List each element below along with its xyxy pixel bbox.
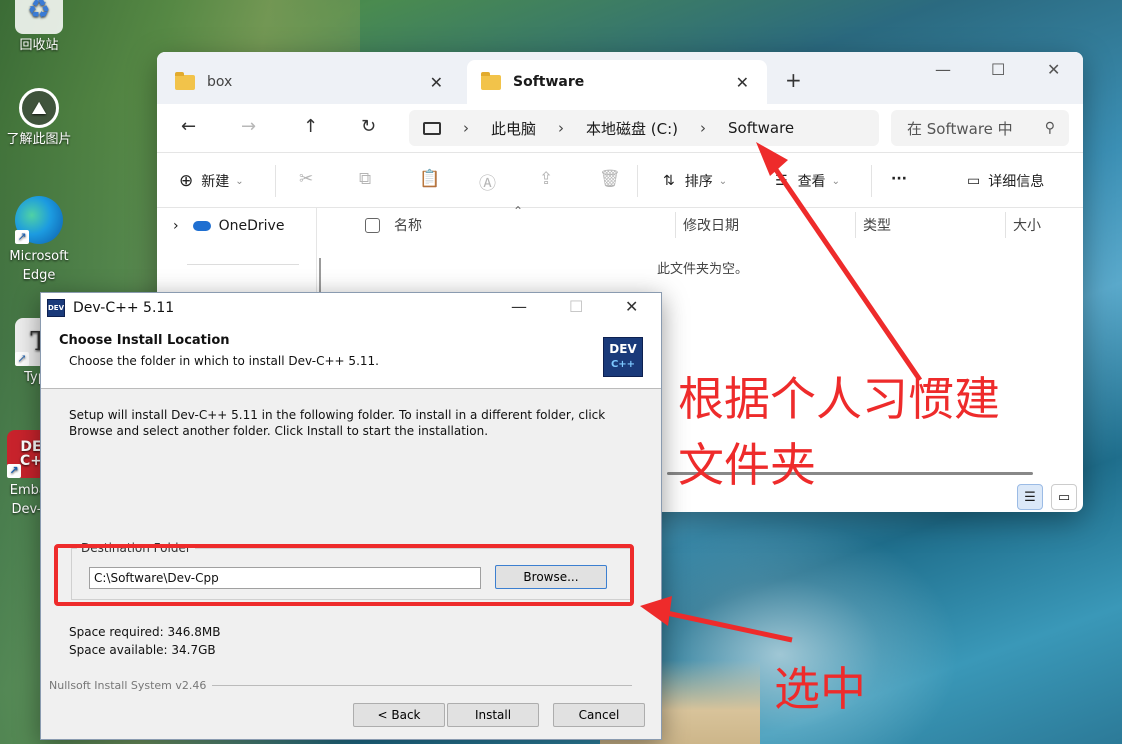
- arrow-to-folder-line: [661, 609, 793, 643]
- arrow-to-software-head: [756, 142, 788, 176]
- annotation-create-folder-line2: 文件夹: [678, 438, 816, 492]
- arrow-to-folder-head: [640, 596, 672, 626]
- arrow-to-software-line: [765, 156, 923, 382]
- annotation-select: 选中: [774, 662, 866, 716]
- annotation-create-folder-line1: 根据个人习惯建: [678, 372, 1000, 426]
